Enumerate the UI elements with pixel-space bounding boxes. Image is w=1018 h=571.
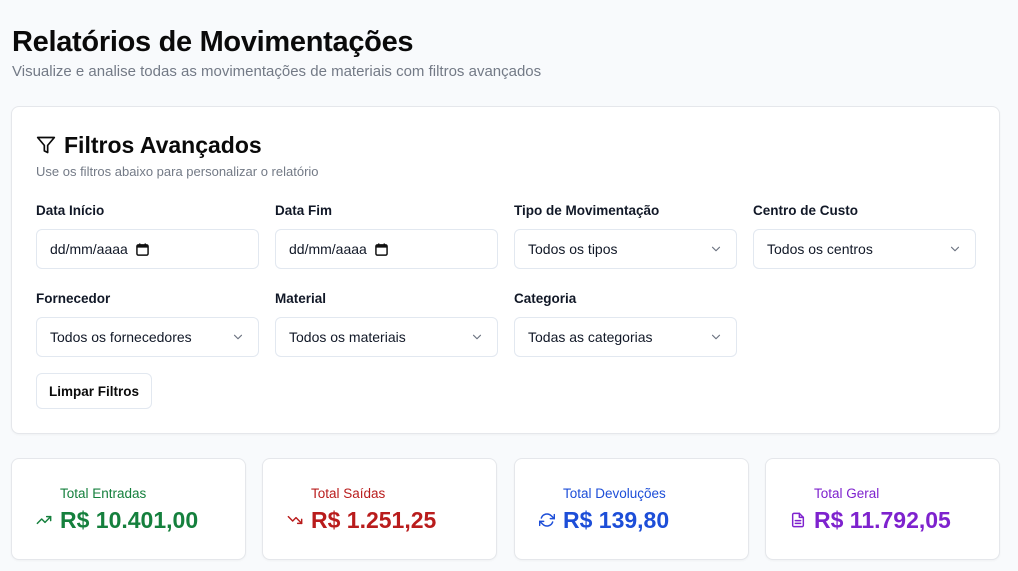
trending-down-icon [287,512,303,528]
stat-label: Total Geral [814,486,880,501]
stat-value: R$ 10.401,00 [60,507,199,533]
data-inicio-label: Data Início [36,203,105,218]
data-inicio-placeholder: dd/mm/aaaa [50,241,128,257]
categoria-select[interactable]: Todas as categorias [514,317,737,357]
stat-card-devolucoes: Total Devoluções R$ 139,80 [514,458,749,560]
reports-page: Relatórios de Movimentações Visualize e … [0,0,1018,571]
material-select[interactable]: Todos os materiais [275,317,498,357]
data-inicio-input[interactable]: dd/mm/aaaa [36,229,259,269]
calendar-icon[interactable] [375,242,388,256]
centro-custo-label: Centro de Custo [753,203,859,218]
material-value: Todos os materiais [289,329,406,345]
stat-value: R$ 1.251,25 [311,507,437,533]
filters-title: Filtros Avançados [64,132,262,158]
centro-custo-value: Todos os centros [767,241,873,257]
file-text-icon [790,512,806,528]
fornecedor-label: Fornecedor [36,291,111,306]
stat-card-saidas: Total Saídas R$ 1.251,25 [262,458,497,560]
categoria-label: Categoria [514,291,577,306]
material-label: Material [275,291,327,306]
filters-description: Use os filtros abaixo para personalizar … [36,164,319,179]
centro-custo-select[interactable]: Todos os centros [753,229,976,269]
stat-value: R$ 139,80 [563,507,670,533]
page-subtitle: Visualize e analise todas as movimentaçõ… [12,63,542,80]
chevron-down-icon [948,242,962,256]
chevron-down-icon [709,242,723,256]
filter-icon [36,135,56,155]
data-fim-input[interactable]: dd/mm/aaaa [275,229,498,269]
tipo-movimentacao-label: Tipo de Movimentação [514,203,660,218]
stat-card-geral: Total Geral R$ 11.792,05 [765,458,1000,560]
stat-label: Total Devoluções [563,486,666,501]
data-fim-placeholder: dd/mm/aaaa [289,241,367,257]
fornecedor-value: Todos os fornecedores [50,329,192,345]
chevron-down-icon [709,330,723,344]
stat-label: Total Entradas [60,486,147,501]
tipo-movimentacao-select[interactable]: Todos os tipos [514,229,737,269]
stat-card-entradas: Total Entradas R$ 10.401,00 [11,458,246,560]
filters-card: Filtros Avançados Use os filtros abaixo … [11,106,1000,434]
stat-value: R$ 11.792,05 [814,507,951,533]
tipo-movimentacao-value: Todos os tipos [528,241,618,257]
chevron-down-icon [231,330,245,344]
chevron-down-icon [470,330,484,344]
trending-up-icon [36,512,52,528]
categoria-value: Todas as categorias [528,329,653,345]
stat-label: Total Saídas [311,486,386,501]
page-title: Relatórios de Movimentações [12,26,414,58]
fornecedor-select[interactable]: Todos os fornecedores [36,317,259,357]
clear-filters-button[interactable]: Limpar Filtros [36,373,153,409]
calendar-icon[interactable] [136,242,149,256]
filters-header: Filtros Avançados [36,131,262,159]
data-fim-label: Data Fim [275,203,333,218]
refresh-icon [538,512,556,528]
